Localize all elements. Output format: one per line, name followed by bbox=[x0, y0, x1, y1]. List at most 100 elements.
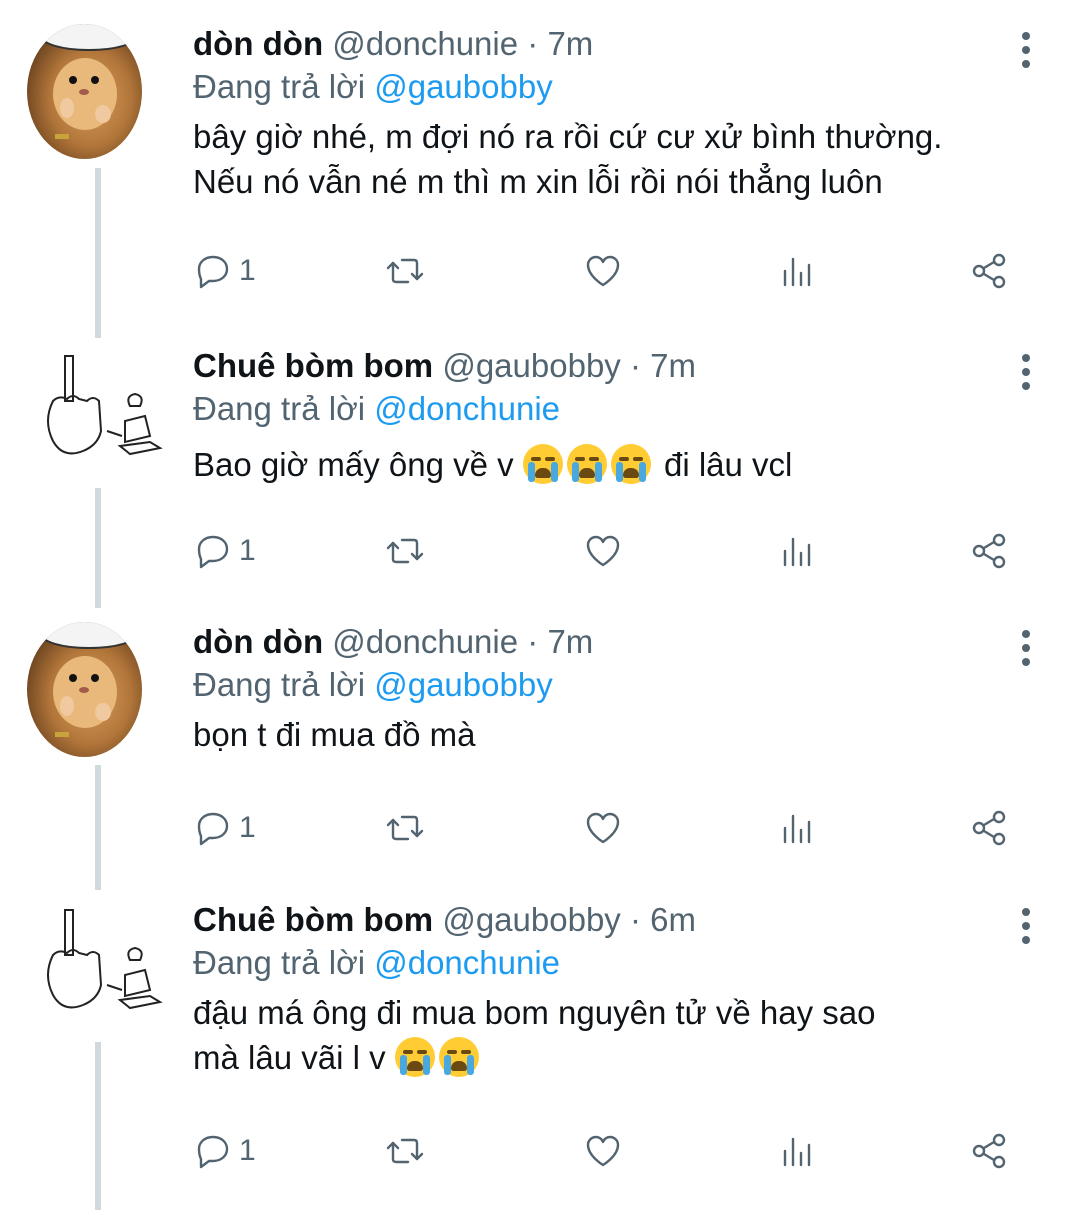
reply-button[interactable]: 1 bbox=[193, 528, 256, 574]
reply-bubble-icon bbox=[197, 255, 229, 289]
reply-count: 1 bbox=[239, 254, 256, 287]
heart-icon bbox=[586, 535, 620, 567]
analytics-bars-icon bbox=[783, 257, 811, 287]
separator-dot: · bbox=[629, 347, 641, 384]
loudly-crying-face-emoji bbox=[566, 444, 607, 484]
loudly-crying-face-emoji bbox=[438, 1037, 479, 1077]
author-handle[interactable]: @donchunie bbox=[332, 623, 518, 660]
author-handle[interactable]: @gaubobby bbox=[442, 901, 620, 938]
reply-count: 1 bbox=[239, 534, 256, 567]
reply-mention-link[interactable]: @gaubobby bbox=[374, 666, 552, 703]
analytics-bars-icon bbox=[783, 1137, 811, 1167]
tweet-text-line: Nếu nó vẫn né m thì m xin lỗi rồi nói th… bbox=[193, 163, 883, 200]
retweet-icon bbox=[386, 815, 424, 841]
loudly-crying-face-emoji bbox=[610, 444, 651, 484]
hamster-avatar[interactable] bbox=[27, 622, 142, 757]
like-button[interactable] bbox=[583, 248, 623, 294]
tweet-text: Bao giờ mấy ông về v đi lâu vcl bbox=[193, 442, 1040, 487]
like-button[interactable] bbox=[583, 528, 623, 574]
author-name[interactable]: Chuê bòm bom bbox=[193, 901, 433, 938]
analytics-button[interactable] bbox=[777, 248, 817, 294]
like-button[interactable] bbox=[583, 805, 623, 851]
thread-line bbox=[95, 168, 101, 338]
doodle-avatar[interactable] bbox=[35, 900, 165, 1030]
reply-bubble-icon bbox=[197, 812, 229, 846]
tweet-actions: 1 bbox=[193, 248, 1033, 294]
retweet-icon bbox=[386, 1138, 424, 1164]
reply-prefix: Đang trả lời bbox=[193, 390, 366, 427]
separator-dot: · bbox=[629, 901, 641, 938]
reply-bubble-icon bbox=[197, 535, 229, 569]
reply-bubble-icon bbox=[197, 1135, 229, 1169]
more-vertical-icon[interactable] bbox=[1016, 630, 1036, 670]
retweet-button[interactable] bbox=[385, 805, 425, 851]
author-name[interactable]: dòn dòn bbox=[193, 25, 323, 62]
share-button[interactable] bbox=[969, 528, 1009, 574]
tweet-actions: 1 bbox=[193, 528, 1033, 574]
share-icon bbox=[972, 253, 1006, 289]
retweet-button[interactable] bbox=[385, 528, 425, 574]
retweet-button[interactable] bbox=[385, 248, 425, 294]
share-button[interactable] bbox=[969, 805, 1009, 851]
share-button[interactable] bbox=[969, 1128, 1009, 1174]
share-icon bbox=[972, 533, 1006, 569]
reply-button[interactable]: 1 bbox=[193, 1128, 256, 1174]
analytics-bars-icon bbox=[783, 814, 811, 844]
timestamp[interactable]: 7m bbox=[547, 25, 593, 62]
timestamp[interactable]: 6m bbox=[650, 901, 696, 938]
heart-icon bbox=[586, 812, 620, 844]
reply-prefix: Đang trả lời bbox=[193, 68, 366, 105]
more-vertical-icon[interactable] bbox=[1016, 908, 1036, 948]
thread-line bbox=[95, 488, 101, 608]
reply-prefix: Đang trả lời bbox=[193, 944, 366, 981]
like-button[interactable] bbox=[583, 1128, 623, 1174]
more-vertical-icon[interactable] bbox=[1016, 32, 1036, 72]
reply-mention-link[interactable]: @gaubobby bbox=[374, 68, 552, 105]
loudly-crying-face-emoji bbox=[394, 1037, 435, 1077]
separator-dot: · bbox=[527, 25, 539, 62]
tweet-text: bọn t đi mua đồ mà bbox=[193, 712, 1040, 757]
timestamp[interactable]: 7m bbox=[650, 347, 696, 384]
separator-dot: · bbox=[527, 623, 539, 660]
tweet-actions: 1 bbox=[193, 805, 1033, 851]
reply-count: 1 bbox=[239, 1134, 256, 1167]
author-handle[interactable]: @donchunie bbox=[332, 25, 518, 62]
retweet-icon bbox=[386, 538, 424, 564]
reply-count: 1 bbox=[239, 811, 256, 844]
retweet-button[interactable] bbox=[385, 1128, 425, 1174]
timestamp[interactable]: 7m bbox=[547, 623, 593, 660]
thread-line bbox=[95, 765, 101, 890]
tweet-text-part: đi lâu vcl bbox=[663, 446, 793, 483]
tweet-text: bây giờ nhé, m đợi nó ra rồi cứ cư xử bì… bbox=[193, 114, 1040, 204]
tweet-text: đậu má ông đi mua bom nguyên tử về hay s… bbox=[193, 990, 1040, 1080]
share-icon bbox=[972, 810, 1006, 846]
reply-mention-link[interactable]: @donchunie bbox=[374, 944, 560, 981]
tweet-actions: 1 bbox=[193, 1128, 1033, 1174]
tweet-text-line: mà lâu vãi l v bbox=[193, 1039, 386, 1076]
tweet-text-line: bọn t đi mua đồ mà bbox=[193, 716, 476, 753]
tweet-text-part: Bao giờ mấy ông về v bbox=[193, 446, 514, 483]
heart-icon bbox=[586, 1135, 620, 1167]
author-name[interactable]: dòn dòn bbox=[193, 623, 323, 660]
retweet-icon bbox=[386, 258, 424, 284]
analytics-bars-icon bbox=[783, 537, 811, 567]
reply-button[interactable]: 1 bbox=[193, 248, 256, 294]
heart-icon bbox=[586, 255, 620, 287]
author-name[interactable]: Chuê bòm bom bbox=[193, 347, 433, 384]
share-button[interactable] bbox=[969, 248, 1009, 294]
analytics-button[interactable] bbox=[777, 528, 817, 574]
share-icon bbox=[972, 1133, 1006, 1169]
tweet-text-line: bây giờ nhé, m đợi nó ra rồi cứ cư xử bì… bbox=[193, 118, 943, 155]
hamster-avatar[interactable] bbox=[27, 24, 142, 159]
more-vertical-icon[interactable] bbox=[1016, 354, 1036, 394]
author-handle[interactable]: @gaubobby bbox=[442, 347, 620, 384]
reply-mention-link[interactable]: @donchunie bbox=[374, 390, 560, 427]
thread-line bbox=[95, 1042, 101, 1210]
analytics-button[interactable] bbox=[777, 805, 817, 851]
tweet-text-line: đậu má ông đi mua bom nguyên tử về hay s… bbox=[193, 994, 876, 1031]
analytics-button[interactable] bbox=[777, 1128, 817, 1174]
doodle-avatar[interactable] bbox=[35, 346, 165, 476]
reply-button[interactable]: 1 bbox=[193, 805, 256, 851]
loudly-crying-face-emoji bbox=[522, 444, 563, 484]
tweet-thread: dòn dòn @donchunie · 7m Đang trả lời @ga… bbox=[0, 0, 1080, 1210]
